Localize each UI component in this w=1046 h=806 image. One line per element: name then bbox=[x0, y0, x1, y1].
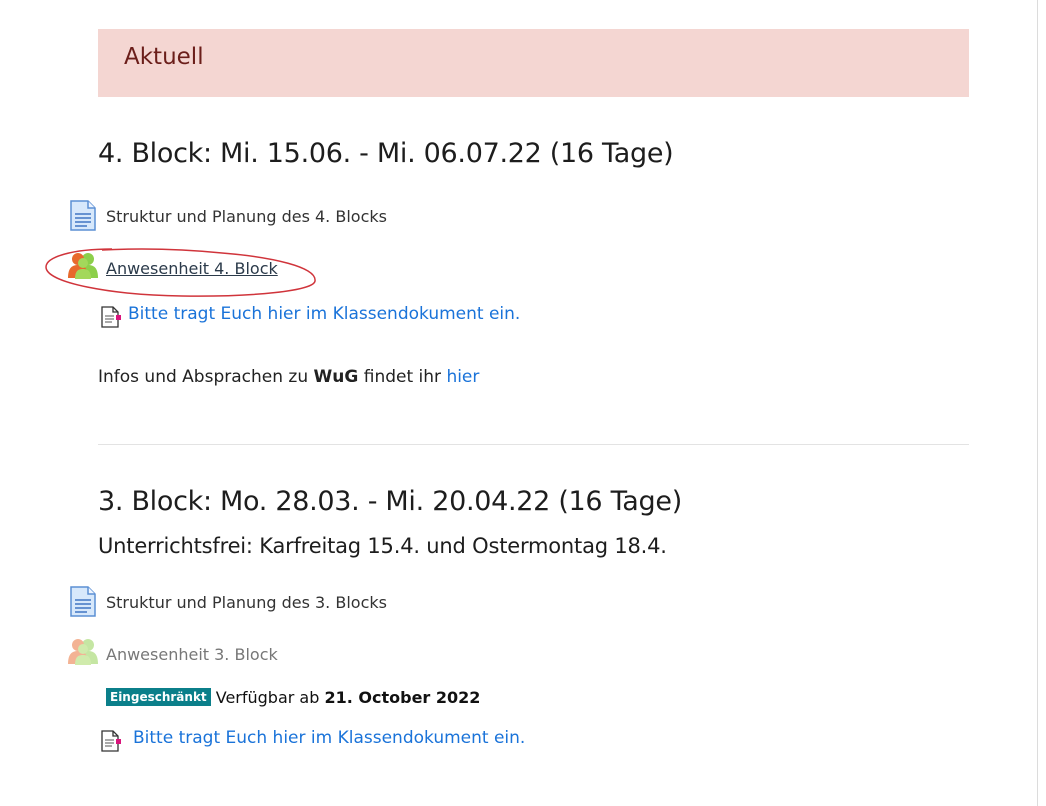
document-icon bbox=[101, 306, 121, 328]
red-annotation-circle bbox=[45, 248, 316, 297]
restriction-info: Eingeschränkt Verfügbar ab 21. October 2… bbox=[106, 688, 480, 707]
block4-heading: 4. Block: Mi. 15.06. - Mi. 06.07.22 (16 … bbox=[98, 138, 674, 169]
banner-title: Aktuell bbox=[124, 44, 204, 70]
section-divider bbox=[98, 444, 969, 445]
restricted-badge: Eingeschränkt bbox=[106, 688, 211, 706]
right-border bbox=[1037, 0, 1038, 806]
page-icon bbox=[70, 586, 96, 617]
page-icon bbox=[70, 200, 96, 231]
block3-subheading: Unterrichtsfrei: Karfreitag 15.4. und Os… bbox=[98, 534, 667, 558]
document-icon bbox=[101, 730, 121, 752]
klassendokument-link-3[interactable]: Bitte tragt Euch hier im Klassendokument… bbox=[133, 728, 525, 748]
info-prefix: Infos und Absprachen zu bbox=[98, 367, 314, 387]
info-suffix: findet ihr bbox=[358, 367, 447, 387]
klassendokument-link-4[interactable]: Bitte tragt Euch hier im Klassendokument… bbox=[128, 304, 520, 324]
activity-struktur-4[interactable]: Struktur und Planung des 4. Blocks bbox=[106, 207, 387, 226]
activity-struktur-3[interactable]: Struktur und Planung des 3. Blocks bbox=[106, 593, 387, 612]
block3-heading: 3. Block: Mo. 28.03. - Mi. 20.04.22 (16 … bbox=[98, 486, 682, 517]
attendance-icon bbox=[68, 639, 98, 665]
info-line: Infos und Absprachen zu WuG findet ihr h… bbox=[98, 367, 479, 387]
activity-anwesenheit-3: Anwesenheit 3. Block bbox=[106, 645, 278, 664]
available-from-text: Verfügbar ab bbox=[215, 688, 325, 707]
info-bold: WuG bbox=[313, 367, 359, 387]
current-banner: Aktuell bbox=[98, 29, 969, 97]
hier-link[interactable]: hier bbox=[446, 367, 479, 387]
available-date: 21. October 2022 bbox=[324, 688, 481, 707]
